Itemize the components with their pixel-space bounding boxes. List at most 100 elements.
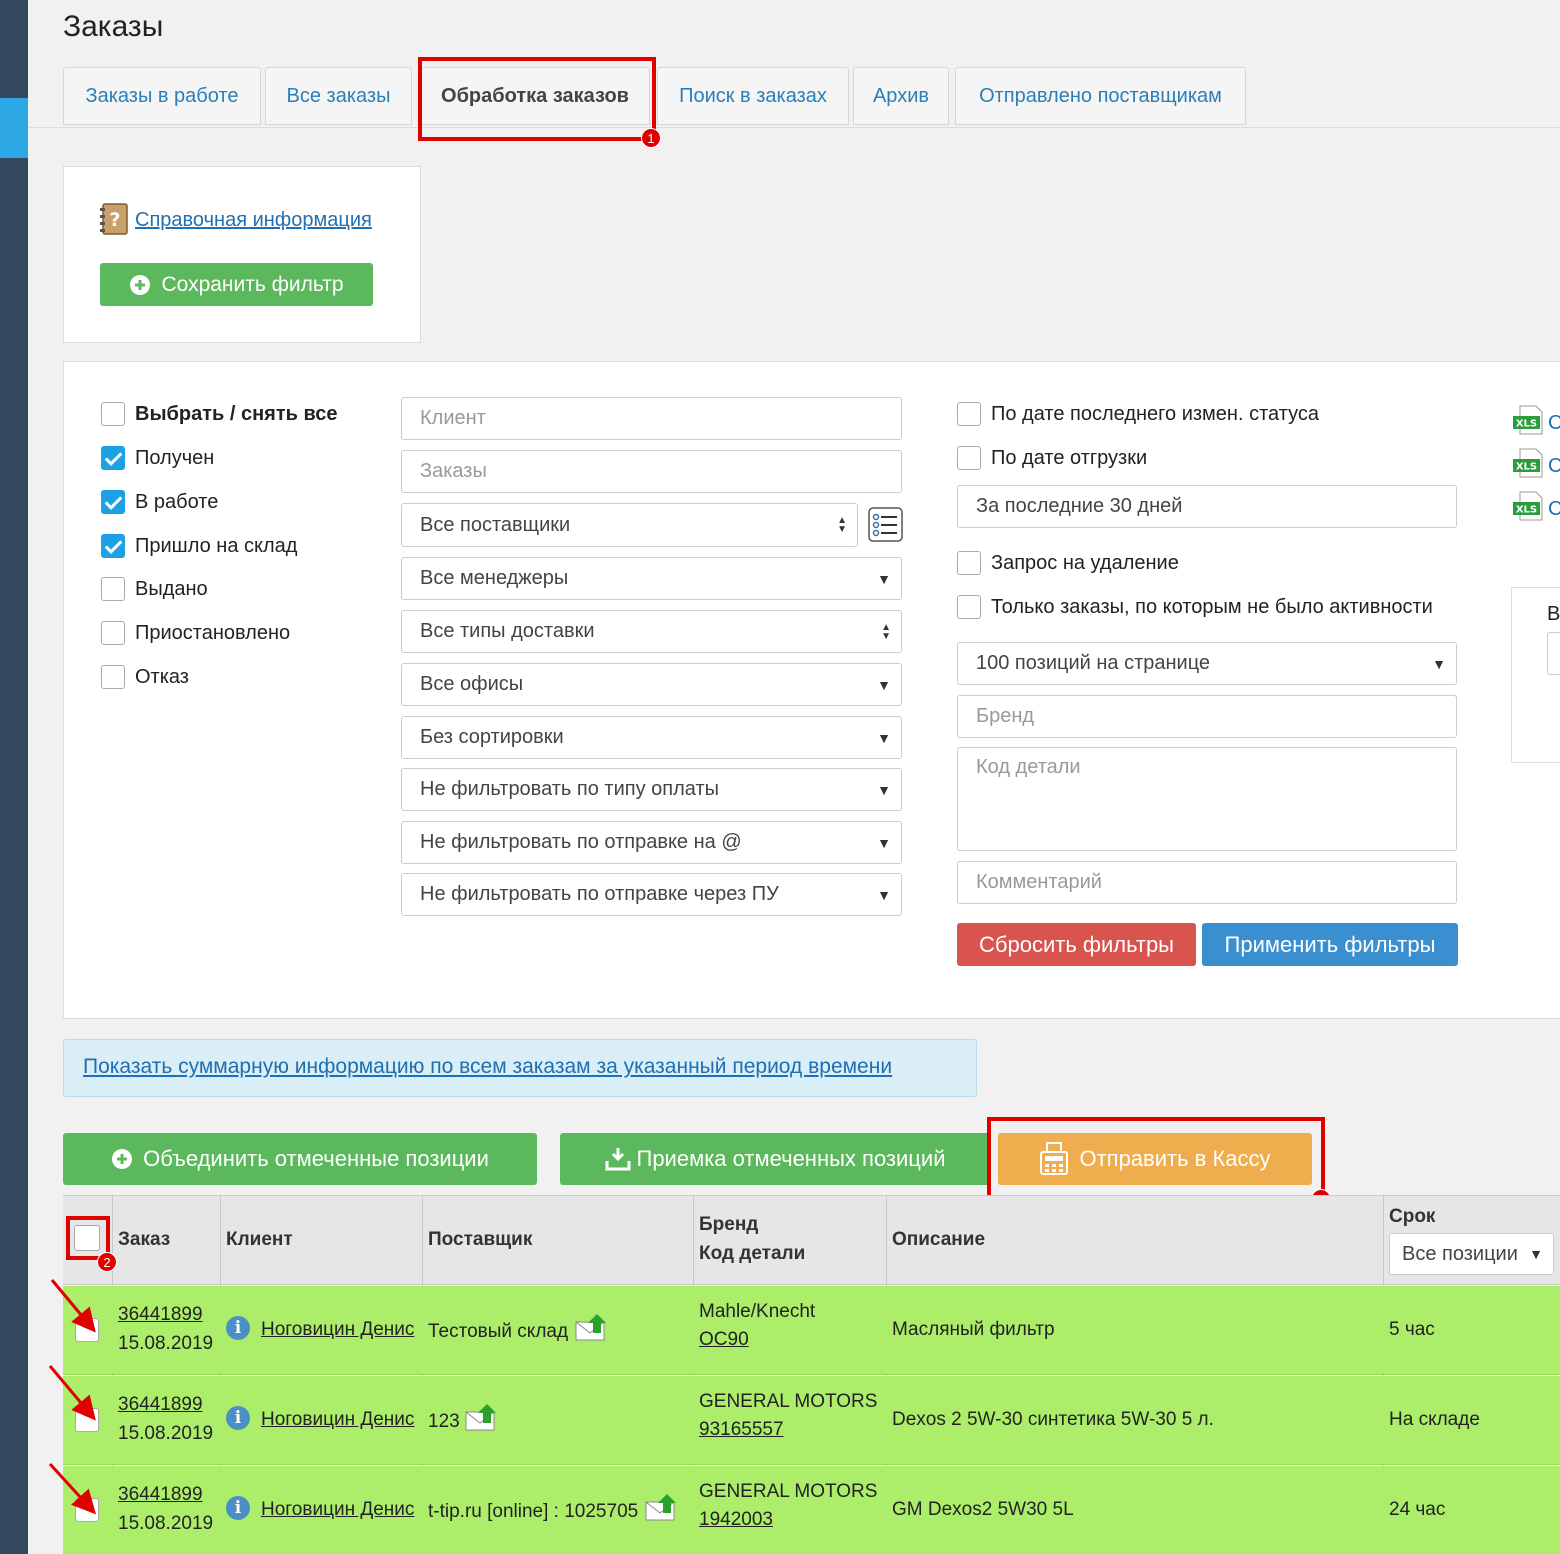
caret-down-icon: ▼	[877, 570, 891, 587]
summary-info-link[interactable]: Показать суммарную информацию по всем за…	[83, 1055, 892, 1079]
status-in-work-checkbox[interactable]	[101, 490, 125, 514]
header-brand: Бренд	[699, 1214, 759, 1235]
client-cell: i	[226, 1406, 250, 1430]
help-book-icon: ?	[100, 203, 128, 235]
receive-positions-button[interactable]: Приемка отмеченных позиций	[560, 1133, 990, 1185]
status-refused-checkbox[interactable]	[101, 665, 125, 689]
delivery-types-select[interactable]: Все типы доставки ▲ ▼	[401, 610, 902, 653]
managers-select[interactable]: Все менеджеры ▼	[401, 557, 902, 600]
status-paused-checkbox[interactable]	[101, 621, 125, 645]
caret-down-icon: ▼	[1432, 655, 1446, 672]
part-code-link[interactable]: 93165557	[699, 1419, 784, 1441]
per-page-select[interactable]: 100 позиций на странице ▼	[957, 642, 1457, 685]
client-link[interactable]: Ноговицин Денис	[261, 1319, 414, 1341]
supplier-name: t-tip.ru [online] : 1025705	[428, 1501, 639, 1522]
client-input[interactable]: Клиент	[401, 397, 902, 440]
term-filter-value: Все позиции	[1402, 1242, 1518, 1265]
client-link[interactable]: Ноговицин Денис	[261, 1499, 414, 1521]
envelope-send-icon[interactable]	[645, 1493, 679, 1521]
part-code-link[interactable]: 1942003	[699, 1509, 773, 1531]
status-issued-label: Выдано	[135, 578, 208, 600]
annotation-arrows	[48, 1279, 97, 1515]
supplier-name: 123	[428, 1411, 460, 1432]
envelope-send-icon[interactable]	[575, 1313, 609, 1341]
managers-select-value: Все менеджеры	[420, 567, 569, 589]
xls-export-icon[interactable]: XLS	[1512, 491, 1546, 521]
delivery-types-select-value: Все типы доставки	[420, 620, 595, 642]
period-input[interactable]: За последние 30 дней	[957, 485, 1457, 528]
order-number-link[interactable]: 36441899	[118, 1394, 203, 1416]
status-paused-label: Приостановлено	[135, 622, 291, 644]
order-number-link[interactable]: 36441899	[118, 1484, 203, 1506]
info-icon[interactable]: i	[226, 1406, 250, 1430]
offices-select[interactable]: Все офисы ▼	[401, 663, 902, 706]
email-send-select-value: Не фильтровать по отправке на @	[420, 831, 742, 853]
info-icon[interactable]: i	[226, 1496, 250, 1520]
description: Dexos 2 5W-30 синтетика 5W-30 5 л.	[892, 1409, 1214, 1430]
client-link[interactable]: Ноговицин Денис	[261, 1409, 414, 1431]
header-supplier: Поставщик	[428, 1229, 533, 1250]
by-ship-date-label: По дате отгрузки	[991, 447, 1148, 469]
sidebar-active-indicator[interactable]	[0, 98, 28, 158]
caret-down-icon: ▼	[877, 729, 891, 746]
no-activity-checkbox[interactable]	[957, 595, 981, 619]
list-options-icon[interactable]	[868, 507, 903, 542]
sorting-select-value: Без сортировки	[420, 726, 564, 748]
payment-type-select[interactable]: Не фильтровать по типу оплаты ▼	[401, 768, 902, 811]
xls-export-icon[interactable]: XLS	[1512, 448, 1546, 478]
select-all-label: Выбрать / снять все	[135, 403, 338, 425]
info-icon[interactable]: i	[226, 1316, 250, 1340]
part-code-link[interactable]: OC90	[699, 1329, 749, 1351]
xls-export-icon[interactable]: XLS	[1512, 405, 1546, 435]
updown-arrows-icon: ▲ ▼	[837, 515, 847, 535]
tab-orders-in-work[interactable]: Заказы в работе	[63, 67, 261, 125]
help-panel	[63, 166, 421, 343]
term-filter-select[interactable]: Все позиции ▼	[1389, 1233, 1554, 1275]
tab-sent-to-suppliers[interactable]: Отправлено поставщикам	[955, 67, 1246, 125]
svg-text:XLS: XLS	[1516, 419, 1537, 430]
status-issued-checkbox[interactable]	[101, 577, 125, 601]
brand-input[interactable]: Бренд	[957, 695, 1457, 738]
email-send-select[interactable]: Не фильтровать по отправке на @ ▼	[401, 821, 902, 864]
orders-input[interactable]: Заказы	[401, 450, 902, 493]
xls-link-cut[interactable]: С	[1548, 412, 1560, 438]
receive-positions-label: Приемка отмеченных позиций	[636, 1146, 946, 1171]
save-filter-button[interactable]: Сохранить фильтр	[100, 263, 373, 306]
tab-archive[interactable]: Архив	[853, 67, 949, 125]
select-all-checkbox[interactable]	[101, 402, 125, 426]
right-panel-cut-field[interactable]	[1547, 632, 1560, 675]
apply-filters-button[interactable]: Применить фильтры	[1202, 923, 1458, 966]
status-arrived-checkbox[interactable]	[101, 534, 125, 558]
tab-order-search[interactable]: Поиск в заказах	[657, 67, 849, 125]
comment-input[interactable]: Комментарий	[957, 861, 1457, 904]
per-page-select-value: 100 позиций на странице	[976, 652, 1211, 674]
delete-request-checkbox[interactable]	[957, 551, 981, 575]
part-code-textarea[interactable]: Код детали	[957, 747, 1457, 851]
xls-link-cut[interactable]: С	[1548, 455, 1560, 481]
reset-filters-button[interactable]: Сбросить фильтры	[957, 923, 1196, 966]
term: На складе	[1389, 1409, 1480, 1430]
no-activity-label: Только заказы, по которым не было активн…	[991, 596, 1433, 618]
caret-down-icon: ▼	[1529, 1246, 1543, 1262]
svg-text:?: ?	[109, 209, 120, 231]
caret-down-icon: ▼	[877, 886, 891, 903]
suppliers-select[interactable]: Все поставщики ▲ ▼	[401, 503, 858, 547]
plus-circle-icon	[130, 274, 151, 295]
caret-down-icon: ▼	[877, 781, 891, 798]
status-received-label: Получен	[135, 447, 215, 469]
header-term: Срок	[1389, 1206, 1436, 1227]
by-ship-date-checkbox[interactable]	[957, 446, 981, 470]
page-title: Заказы	[63, 10, 164, 43]
by-status-date-checkbox[interactable]	[957, 402, 981, 426]
xls-link-cut[interactable]: С	[1548, 498, 1560, 524]
envelope-send-icon[interactable]	[465, 1403, 499, 1431]
pu-send-select[interactable]: Не фильтровать по отправке через ПУ ▼	[401, 873, 902, 916]
help-info-link[interactable]: Справочная информация	[135, 209, 372, 232]
status-received-checkbox[interactable]	[101, 446, 125, 470]
merge-positions-button[interactable]: Объединить отмеченные позиции	[63, 1133, 537, 1185]
tab-all-orders[interactable]: Все заказы	[265, 67, 412, 125]
sorting-select[interactable]: Без сортировки ▼	[401, 716, 902, 759]
status-in-work-label: В работе	[135, 491, 219, 513]
client-cell: i	[226, 1316, 250, 1340]
order-number-link[interactable]: 36441899	[118, 1304, 203, 1326]
